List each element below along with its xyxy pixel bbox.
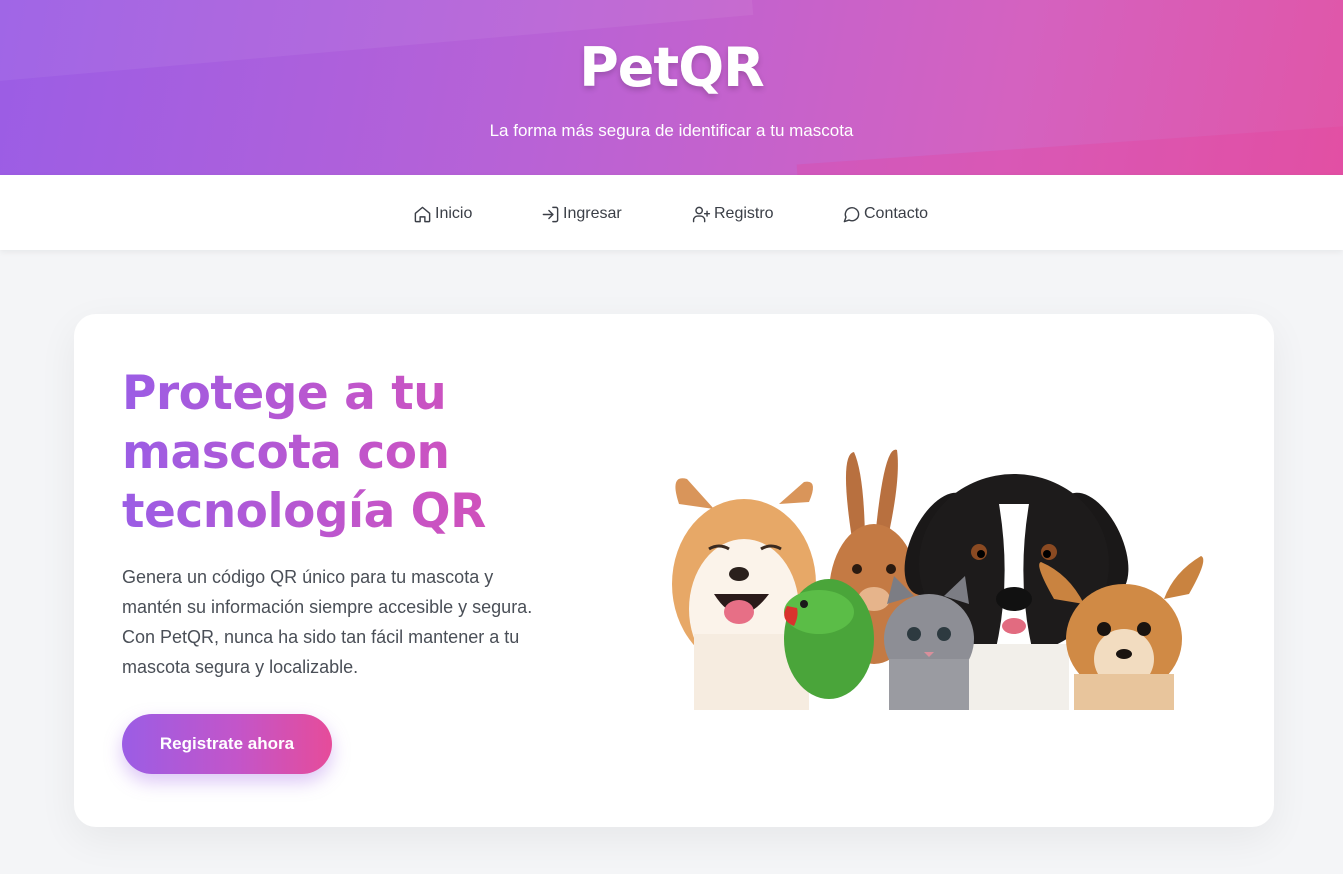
hero-description: Genera un código QR único para tu mascot… <box>122 567 533 677</box>
kitten <box>884 576 974 710</box>
hero-title: Protege a tu mascota con tecnología QR <box>122 364 542 541</box>
user-plus-icon <box>692 206 711 222</box>
tagline: La forma más segura de identificar a tu … <box>489 121 854 140</box>
nav-item-inicio[interactable]: Inicio <box>413 203 472 225</box>
pets-group-image <box>672 449 1204 710</box>
brand-logo[interactable]: PetQR <box>0 36 1343 99</box>
hero-card: Protege a tu mascota con tecnología QR G… <box>74 314 1274 827</box>
nav-item-contacto[interactable]: Contacto <box>842 203 928 225</box>
nav-label: Registro <box>714 205 774 222</box>
login-icon <box>542 206 559 222</box>
nav-label: Contacto <box>864 205 929 222</box>
nav-label: Inicio <box>435 205 473 222</box>
parrot <box>784 579 874 699</box>
message-icon <box>843 206 860 222</box>
nav-item-registro[interactable]: Registro <box>692 203 774 225</box>
home-icon <box>414 206 431 222</box>
site-header: PetQR La forma más segura de identificar… <box>0 0 1343 175</box>
nav-label: Ingresar <box>563 205 622 222</box>
main-nav: Inicio Ingresar Registro Contacto <box>0 175 1343 250</box>
nav-item-ingresar[interactable]: Ingresar <box>541 203 622 225</box>
register-now-button[interactable]: Registrate ahora <box>122 714 332 774</box>
